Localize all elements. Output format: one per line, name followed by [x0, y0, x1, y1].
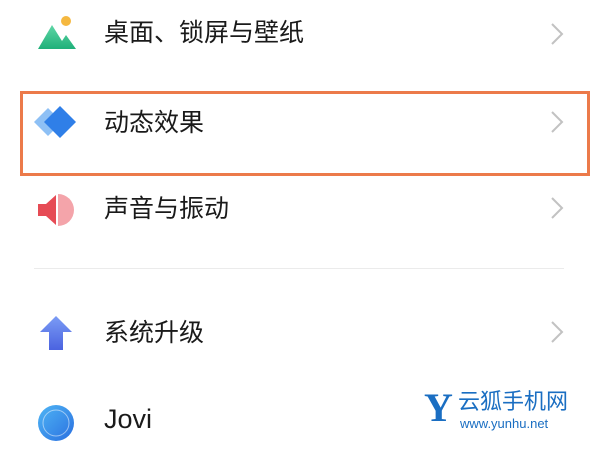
- site-watermark: Y 云狐手机网 www.yunhu.net: [424, 386, 600, 436]
- watermark-logo-letter: Y: [424, 385, 453, 430]
- section-divider: [34, 268, 564, 269]
- watermark-url: www.yunhu.net: [460, 416, 549, 431]
- chevron-right-icon: [550, 196, 564, 224]
- chevron-right-icon: [550, 22, 564, 50]
- landscape-icon: [36, 15, 78, 55]
- settings-item-label: 动态效果: [104, 108, 205, 137]
- settings-item-system-upgrade[interactable]: 系统升级: [0, 300, 600, 370]
- speaker-icon: [36, 192, 78, 232]
- jovi-icon: [36, 403, 76, 447]
- upgrade-arrow-icon: [38, 314, 74, 356]
- watermark-name: 云狐手机网: [458, 390, 569, 415]
- settings-item-dynamic-effects[interactable]: 动态效果: [0, 80, 600, 170]
- settings-item-label: Jovi: [104, 404, 153, 434]
- settings-item-label: 桌面、锁屏与壁纸: [104, 18, 305, 47]
- settings-item-sound-vibration[interactable]: 声音与振动: [0, 180, 600, 250]
- chevron-right-icon: [550, 320, 564, 348]
- diamond-icon: [34, 104, 78, 144]
- settings-item-label: 声音与振动: [104, 194, 230, 223]
- settings-item-desktop-lockscreen-wallpaper[interactable]: 桌面、锁屏与壁纸: [0, 0, 600, 70]
- chevron-right-icon: [550, 110, 564, 138]
- settings-item-label: 系统升级: [104, 318, 205, 347]
